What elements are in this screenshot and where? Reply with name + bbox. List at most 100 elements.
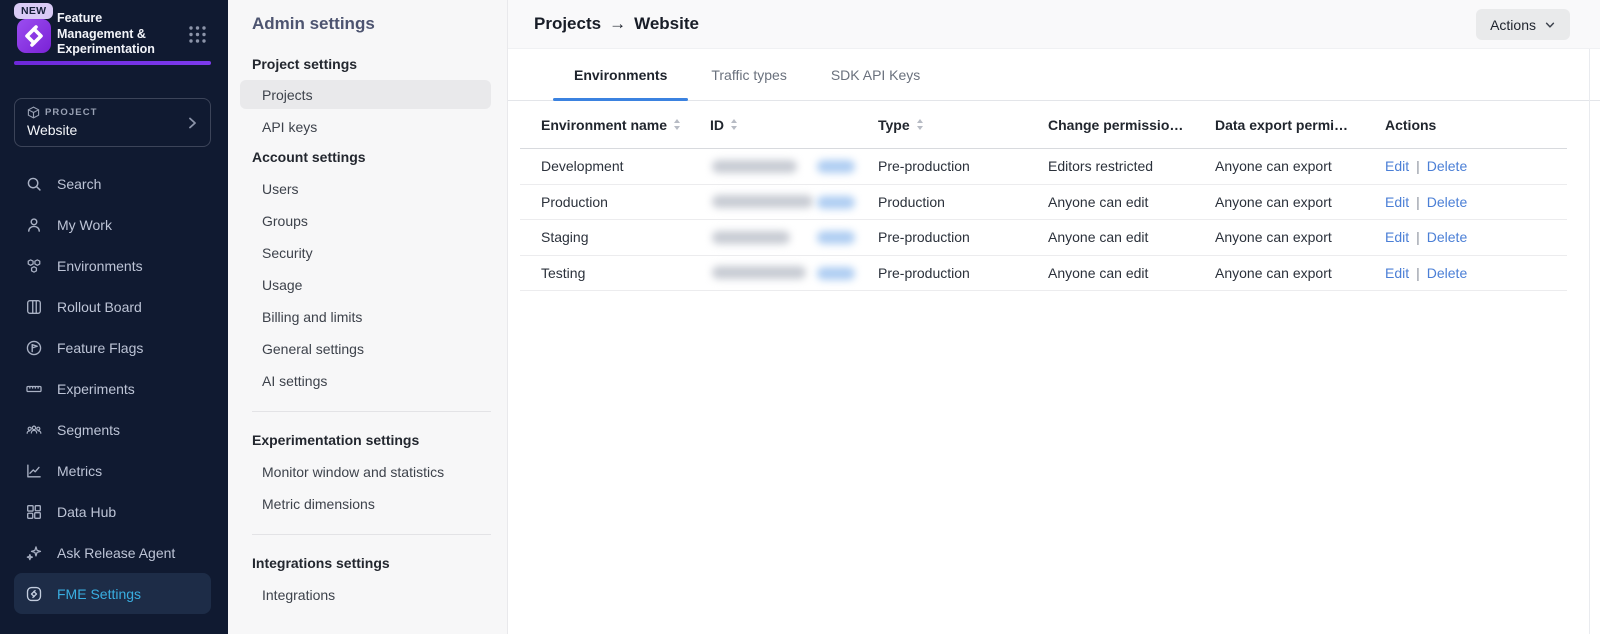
flag-circle-icon: [24, 338, 44, 358]
search-icon: [24, 174, 44, 194]
cell-actions: Edit | Delete: [1385, 194, 1567, 210]
settings-item-billing-and-limits[interactable]: Billing and limits: [240, 301, 491, 333]
column-header-environment-name[interactable]: Environment name: [541, 117, 710, 133]
delete-link[interactable]: Delete: [1427, 265, 1467, 281]
sidebar-item-fme-settings[interactable]: FME Settings: [14, 573, 211, 614]
tab-traffic-types[interactable]: Traffic types: [690, 49, 807, 100]
sidebar-item-rollout-board[interactable]: Rollout Board: [14, 286, 211, 327]
edit-link[interactable]: Edit: [1385, 229, 1409, 245]
cell-actions: Edit | Delete: [1385, 229, 1567, 245]
sidebar-item-label: Rollout Board: [57, 299, 142, 315]
grid-squares-icon: [24, 502, 44, 522]
tab-environments[interactable]: Environments: [553, 49, 688, 100]
cell-change-permissions: Editors restricted: [1048, 158, 1215, 174]
sidebar-item-label: Metrics: [57, 463, 102, 479]
tab-sdk-api-keys[interactable]: SDK API Keys: [810, 49, 941, 100]
project-selector[interactable]: PROJECT Website: [14, 98, 211, 147]
nav-divider: [252, 411, 491, 412]
settings-item-general-settings[interactable]: General settings: [240, 333, 491, 365]
settings-item-usage[interactable]: Usage: [240, 269, 491, 301]
cell-change-permissions: Anyone can edit: [1048, 194, 1215, 210]
main-content: Projects → Website Actions Environments …: [508, 0, 1600, 634]
settings-item-users[interactable]: Users: [240, 173, 491, 205]
actions-button-label: Actions: [1490, 17, 1536, 33]
primary-nav: Search My Work Environments: [0, 147, 228, 614]
section-heading-experimentation-settings: Experimentation settings: [252, 432, 491, 448]
column-header-change-permissions: Change permissio…: [1048, 117, 1215, 133]
settings-item-security[interactable]: Security: [240, 237, 491, 269]
delete-link[interactable]: Delete: [1427, 158, 1467, 174]
actions-button[interactable]: Actions: [1476, 9, 1570, 40]
cell-environment-name: Production: [541, 194, 710, 210]
settings-item-metric-dimensions[interactable]: Metric dimensions: [240, 488, 491, 520]
sidebar-item-my-work[interactable]: My Work: [14, 204, 211, 245]
settings-item-monitor-window[interactable]: Monitor window and statistics: [240, 456, 491, 488]
breadcrumb-parent[interactable]: Projects: [534, 14, 601, 34]
project-name: Website: [27, 122, 200, 138]
cell-change-permissions: Anyone can edit: [1048, 229, 1215, 245]
column-header-id[interactable]: ID: [710, 117, 878, 133]
breadcrumb-arrow-icon: →: [609, 14, 626, 34]
table-row: Staging Pre-production Anyone can edit A…: [520, 220, 1567, 256]
sidebar-item-search[interactable]: Search: [14, 163, 211, 204]
user-icon: [24, 215, 44, 235]
link-separator: |: [1416, 265, 1420, 281]
settings-item-groups[interactable]: Groups: [240, 205, 491, 237]
redacted-id-blur: [712, 231, 790, 244]
project-label: PROJECT: [45, 107, 98, 118]
sidebar-item-experiments[interactable]: Experiments: [14, 368, 211, 409]
cell-data-export-permissions: Anyone can export: [1215, 265, 1385, 281]
link-separator: |: [1416, 158, 1420, 174]
sidebar-item-ask-release-agent[interactable]: Ask Release Agent: [14, 532, 211, 573]
admin-settings-nav: Admin settings Project settings Projects…: [228, 0, 508, 634]
edit-link[interactable]: Edit: [1385, 194, 1409, 210]
settings-item-api-keys[interactable]: API keys: [240, 111, 491, 143]
apps-grid-icon[interactable]: [188, 25, 207, 44]
sidebar-item-label: Data Hub: [57, 504, 116, 520]
cell-type: Pre-production: [878, 158, 1048, 174]
sidebar-item-label: FME Settings: [57, 586, 141, 602]
sparkles-icon: [24, 543, 44, 563]
cell-data-export-permissions: Anyone can export: [1215, 229, 1385, 245]
delete-link[interactable]: Delete: [1427, 194, 1467, 210]
cell-id-redacted: [710, 149, 878, 184]
delete-link[interactable]: Delete: [1427, 229, 1467, 245]
ruler-icon: [24, 379, 44, 399]
cell-environment-name: Staging: [541, 229, 710, 245]
column-label: Data export permi…: [1215, 117, 1348, 133]
cell-type: Pre-production: [878, 229, 1048, 245]
settings-item-projects[interactable]: Projects: [240, 80, 491, 109]
cell-data-export-permissions: Anyone can export: [1215, 194, 1385, 210]
table-row: Testing Pre-production Anyone can edit A…: [520, 256, 1567, 292]
table-row: Development Pre-production Editors restr…: [520, 149, 1567, 185]
table-header-row: Environment name ID Type Change permissi…: [520, 101, 1567, 149]
sidebar-item-segments[interactable]: Segments: [14, 409, 211, 450]
edit-link[interactable]: Edit: [1385, 265, 1409, 281]
sidebar-item-environments[interactable]: Environments: [14, 245, 211, 286]
link-separator: |: [1416, 194, 1420, 210]
sort-icon[interactable]: [731, 119, 737, 130]
app-window: NEW Feature Management & Experimentation: [0, 0, 1600, 634]
column-label: Actions: [1385, 117, 1436, 133]
sidebar-item-label: Feature Flags: [57, 340, 143, 356]
redacted-id-blur: [712, 195, 813, 208]
redacted-copy-link-blur: [817, 160, 855, 173]
section-heading-integrations-settings: Integrations settings: [252, 555, 491, 571]
sidebar-item-label: Environments: [57, 258, 143, 274]
sidebar-item-metrics[interactable]: Metrics: [14, 450, 211, 491]
sidebar-item-feature-flags[interactable]: Feature Flags: [14, 327, 211, 368]
product-name: Feature Management & Experimentation: [57, 11, 179, 58]
section-heading-project-settings: Project settings: [252, 56, 491, 72]
cube-icon: [27, 106, 40, 119]
product-sidebar: NEW Feature Management & Experimentation: [0, 0, 228, 634]
sort-icon[interactable]: [674, 119, 680, 130]
sort-icon[interactable]: [917, 119, 923, 130]
edit-link[interactable]: Edit: [1385, 158, 1409, 174]
new-badge: NEW: [14, 3, 53, 19]
cell-environment-name: Development: [541, 158, 710, 174]
settings-item-integrations[interactable]: Integrations: [240, 579, 491, 611]
scrollbar-track[interactable]: [1589, 49, 1590, 634]
sidebar-item-data-hub[interactable]: Data Hub: [14, 491, 211, 532]
column-header-type[interactable]: Type: [878, 117, 1048, 133]
settings-item-ai-settings[interactable]: AI settings: [240, 365, 491, 397]
